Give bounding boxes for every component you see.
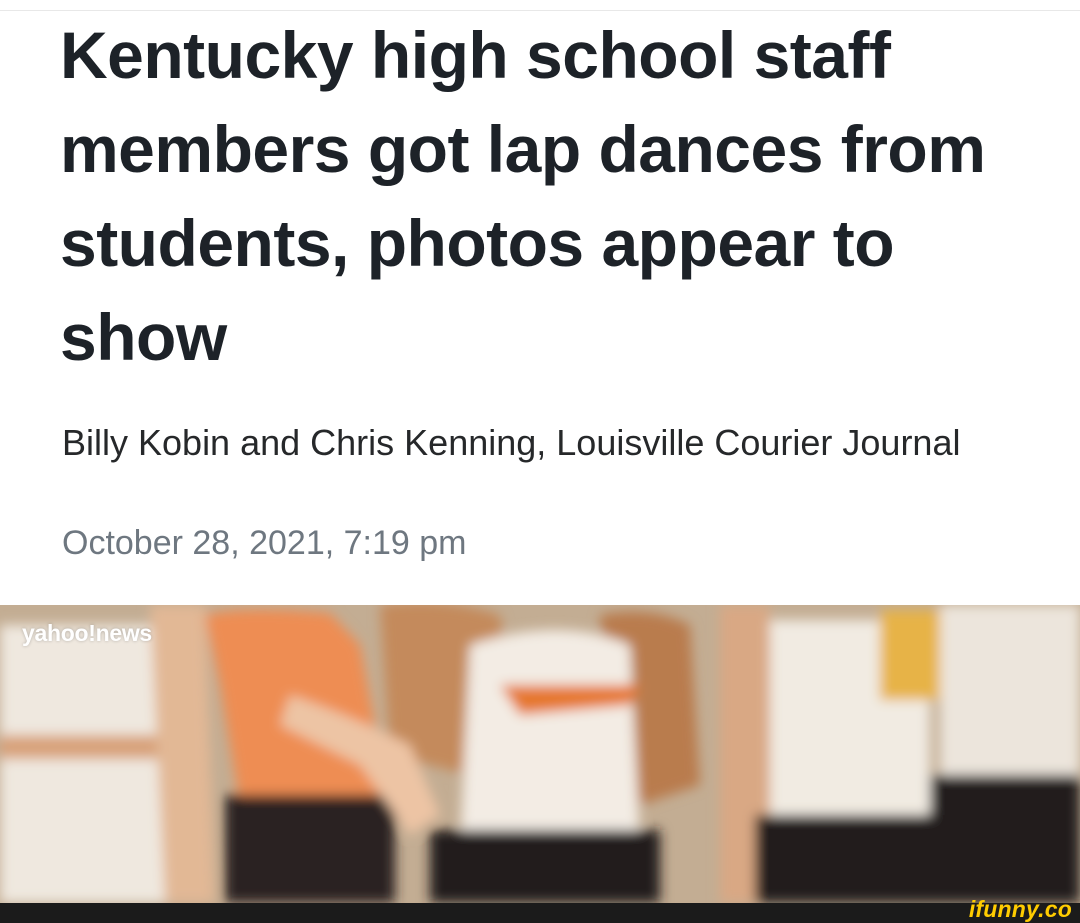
hero-photo [0,605,1080,903]
article-timestamp: October 28, 2021, 7:19 pm [62,524,467,562]
article-page: Kentucky high school staff members got l… [0,0,1080,923]
yahoo-news-logo: yahoo!news [22,620,152,646]
ifunny-watermark: ifunny.co [968,896,1072,922]
article-hero-image[interactable] [0,605,1080,903]
article-headline: Kentucky high school staff members got l… [60,18,986,374]
watermark-bar [0,903,1080,923]
article-byline: Billy Kobin and Chris Kenning, Louisvill… [62,422,961,463]
